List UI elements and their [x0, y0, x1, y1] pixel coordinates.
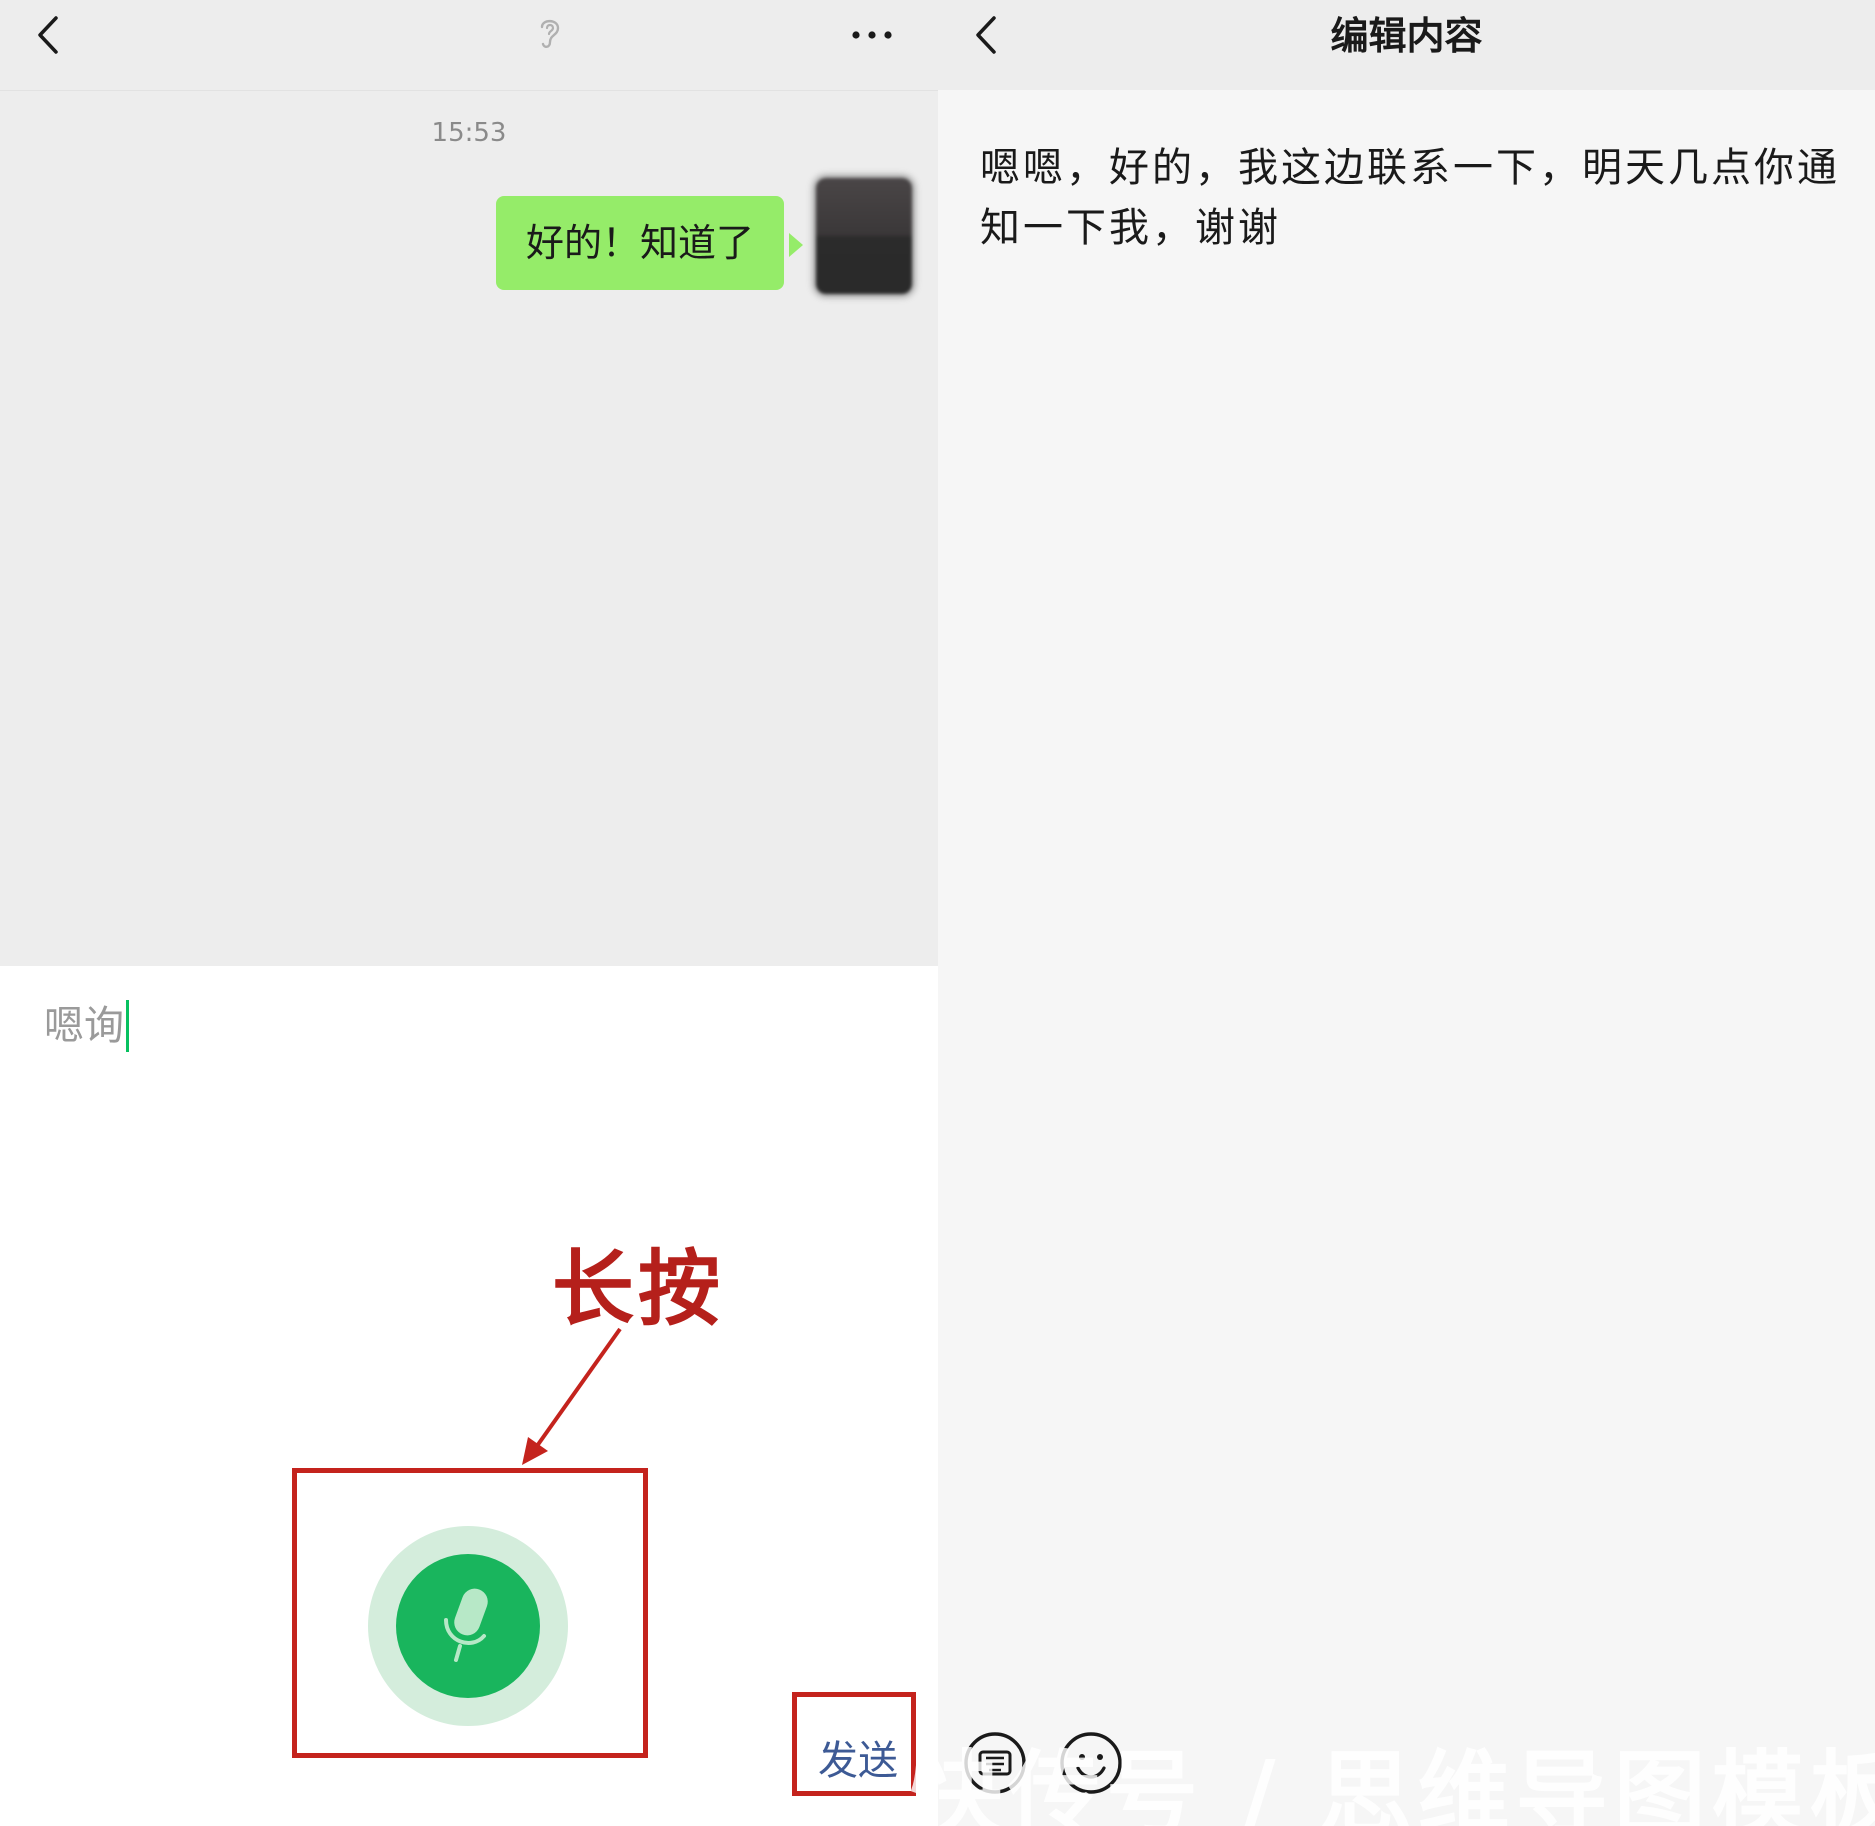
annotation-arrow-icon — [522, 1327, 622, 1465]
emoji-icon — [1060, 1732, 1122, 1794]
keyboard-icon — [964, 1732, 1026, 1794]
outgoing-message-bubble[interactable]: 好的！知道了 — [496, 196, 785, 290]
input-text-value: 嗯询 — [44, 1003, 124, 1049]
voice-record-button[interactable] — [396, 1554, 540, 1698]
more-dots-icon[interactable] — [850, 18, 894, 52]
avatar[interactable] — [816, 178, 912, 294]
bubble-tail — [789, 233, 803, 257]
chat-header — [0, 0, 938, 91]
microphone-icon — [444, 1588, 488, 1662]
ear-icon — [540, 19, 560, 48]
message-input[interactable]: 嗯询 — [44, 996, 129, 1056]
text-caret — [126, 1000, 129, 1052]
long-press-annotation: 长按 — [552, 1242, 725, 1337]
screenshot-frame: 15:53 好的！知道了 嗯询 长按 编辑内容 嗯嗯，好的，我这边联系一下，明天… — [0, 0, 1875, 1826]
chat-panel: 15:53 好的！知道了 嗯询 长按 — [0, 0, 938, 1826]
message-timestamp: 15:53 — [431, 118, 507, 148]
edit-header: 编辑内容 — [938, 0, 1875, 90]
emoji-button[interactable] — [1058, 1730, 1124, 1796]
edit-panel: 编辑内容 嗯嗯，好的，我这边联系一下，明天几点你通知一下我，谢谢 — [938, 0, 1875, 1826]
back-button[interactable] — [28, 10, 68, 60]
edit-toolbar — [938, 1720, 1875, 1826]
send-button[interactable]: 发送 — [818, 1728, 898, 1786]
chevron-left-icon — [38, 16, 58, 54]
recognized-text-editor[interactable]: 嗯嗯，好的，我这边联系一下，明天几点你通知一下我，谢谢 — [980, 138, 1842, 258]
keyboard-button[interactable] — [962, 1730, 1028, 1796]
page-title: 编辑内容 — [1330, 14, 1483, 58]
